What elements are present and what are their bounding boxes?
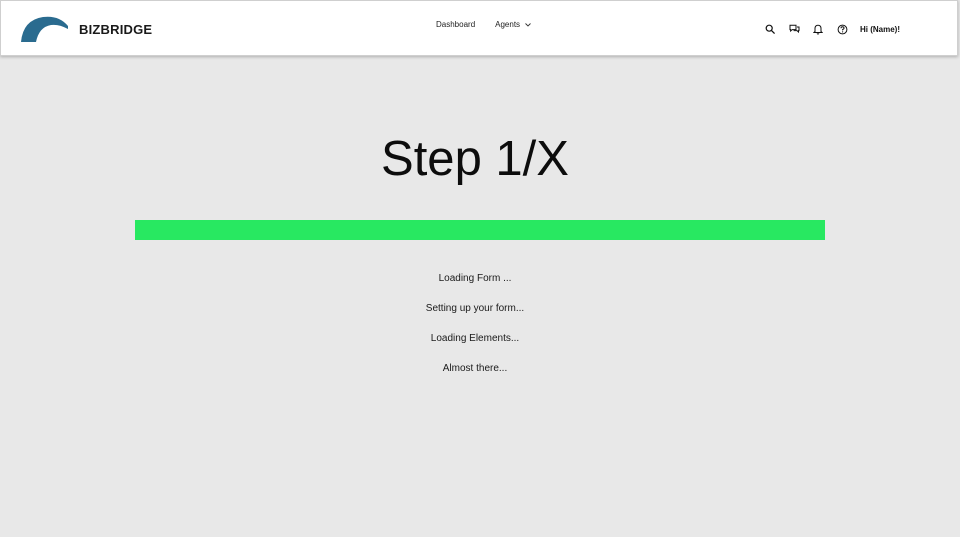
header-actions: Hi (Name)! [764,23,900,35]
nav-agents-dropdown[interactable]: Agents [495,20,531,29]
chevron-down-icon [525,22,531,27]
brand-logo[interactable]: BIZBRIDGE [21,16,152,42]
progress-bar [135,220,825,240]
loading-message: Setting up your form... [425,303,525,314]
help-icon[interactable] [836,23,848,35]
chat-bubbles-icon[interactable] [788,23,800,35]
progress-bar-fill [135,220,825,240]
loading-screen: Step 1/X Loading Form ... Setting up you… [0,57,960,537]
loading-message: Loading Elements... [430,333,520,344]
search-icon[interactable] [764,23,776,35]
brand-name: BIZBRIDGE [79,21,153,37]
user-greeting[interactable]: Hi (Name)! [860,25,900,34]
bell-icon[interactable] [812,23,824,35]
top-navbar: BIZBRIDGE Dashboard Agents Hi (Name)! [0,0,958,56]
loading-messages: Loading Form ... Setting up your form...… [0,271,950,391]
nav-dashboard-label: Dashboard [436,20,476,29]
loading-message: Loading Form ... [438,273,512,284]
bridge-arch-icon [21,16,68,42]
loading-message: Almost there... [442,363,508,374]
nav-agents-label: Agents [495,20,521,29]
step-title: Step 1/X [381,132,569,186]
main-nav: Dashboard Agents [436,20,531,29]
nav-dashboard[interactable]: Dashboard [436,20,475,29]
